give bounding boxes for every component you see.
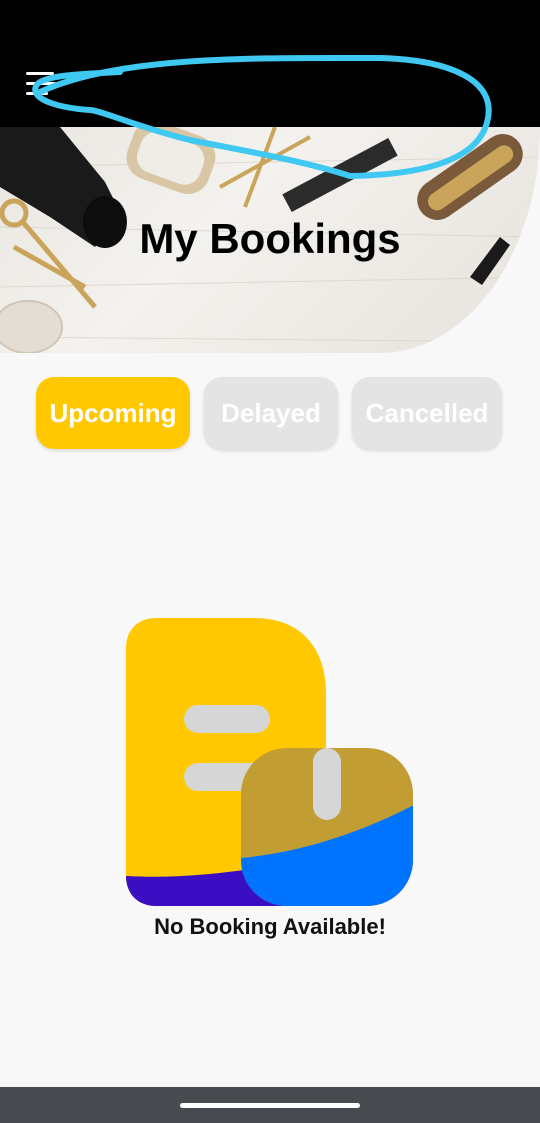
empty-state-message: No Booking Available! (154, 914, 386, 939)
empty-bookings-illustration-icon (126, 618, 413, 906)
tab-cancelled[interactable]: Cancelled (352, 377, 502, 449)
tab-delayed[interactable]: Delayed (204, 377, 338, 449)
header-banner: My Bookings (0, 127, 540, 353)
page-title: My Bookings (139, 215, 401, 262)
tab-upcoming[interactable]: Upcoming (36, 377, 190, 449)
system-navigation-bar (0, 1087, 540, 1123)
home-indicator[interactable] (180, 1103, 360, 1108)
booking-status-tabs: Upcoming Delayed Cancelled (0, 377, 540, 449)
hamburger-menu-icon[interactable] (26, 72, 58, 96)
top-app-bar (0, 0, 540, 127)
